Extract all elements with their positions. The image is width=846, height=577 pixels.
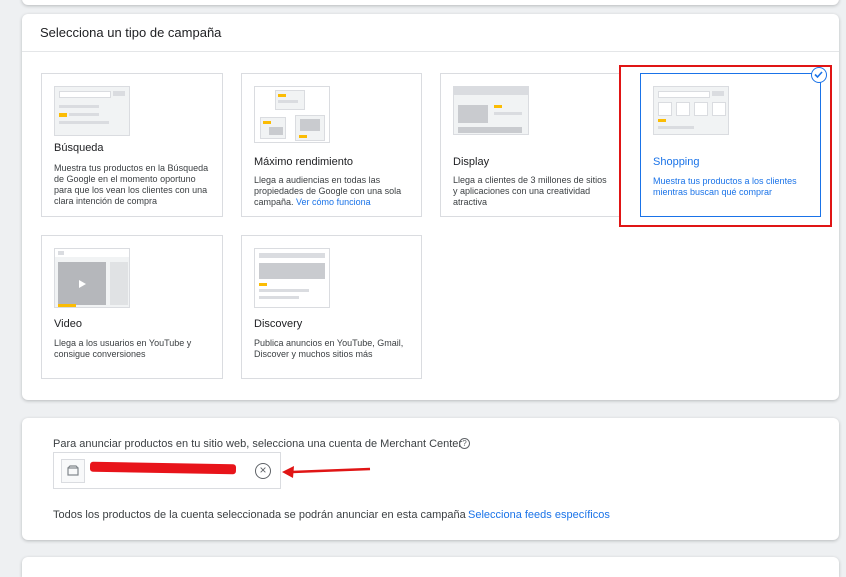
annotation-highlight-box xyxy=(619,65,832,227)
card-label: Video xyxy=(54,318,82,330)
all-products-note: Todos los productos de la cuenta selecci… xyxy=(53,509,466,521)
card-label: Búsqueda xyxy=(54,142,104,154)
card-description: Muestra tus productos en la Búsqueda de … xyxy=(54,163,209,206)
redaction-mark xyxy=(89,461,237,475)
discovery-preview-image xyxy=(254,248,330,308)
divider xyxy=(22,51,839,52)
merchant-account-selector[interactable]: × xyxy=(53,452,281,489)
campaign-card-busqueda[interactable]: Búsqueda Muestra tus productos en la Bús… xyxy=(41,73,223,217)
card-description: Llega a clientes de 3 millones de sitios… xyxy=(453,175,607,207)
panel-title: Selecciona un tipo de campaña xyxy=(40,25,222,40)
next-panel-edge xyxy=(22,557,839,577)
remove-account-icon[interactable]: × xyxy=(255,463,271,479)
card-description: Llega a los usuarios en YouTube y consig… xyxy=(54,338,192,359)
search-preview-image xyxy=(54,86,130,136)
help-circle-icon[interactable]: ? xyxy=(459,438,470,449)
campaign-card-maximo-rendimiento[interactable]: Máximo rendimiento Llega a audiencias en… xyxy=(241,73,422,217)
campaign-card-discovery[interactable]: Discovery Publica anuncios en YouTube, G… xyxy=(241,235,422,379)
card-description: Llega a audiencias en todas las propieda… xyxy=(254,175,402,207)
card-label: Display xyxy=(453,156,490,168)
performance-max-preview-image xyxy=(254,86,330,143)
card-label: Máximo rendimiento xyxy=(254,156,354,168)
ver-como-funciona-link[interactable]: Ver cómo funciona xyxy=(296,197,371,207)
card-description: Publica anuncios en YouTube, Gmail, Disc… xyxy=(254,338,404,359)
previous-panel-edge xyxy=(22,0,839,5)
annotation-arrow xyxy=(282,466,371,478)
select-specific-feeds-link[interactable]: Selecciona feeds específicos xyxy=(468,509,610,521)
merchant-center-panel: Para anunciar productos en tu sitio web,… xyxy=(22,418,839,540)
display-preview-image xyxy=(453,86,529,135)
campaign-card-video[interactable]: Video Llega a los usuarios en YouTube y … xyxy=(41,235,223,379)
store-icon xyxy=(61,459,85,483)
video-preview-image xyxy=(54,248,130,308)
card-label: Discovery xyxy=(254,318,303,330)
merchant-center-label: Para anunciar productos en tu sitio web,… xyxy=(53,438,463,450)
campaign-card-display[interactable]: Display Llega a clientes de 3 millones d… xyxy=(440,73,621,217)
